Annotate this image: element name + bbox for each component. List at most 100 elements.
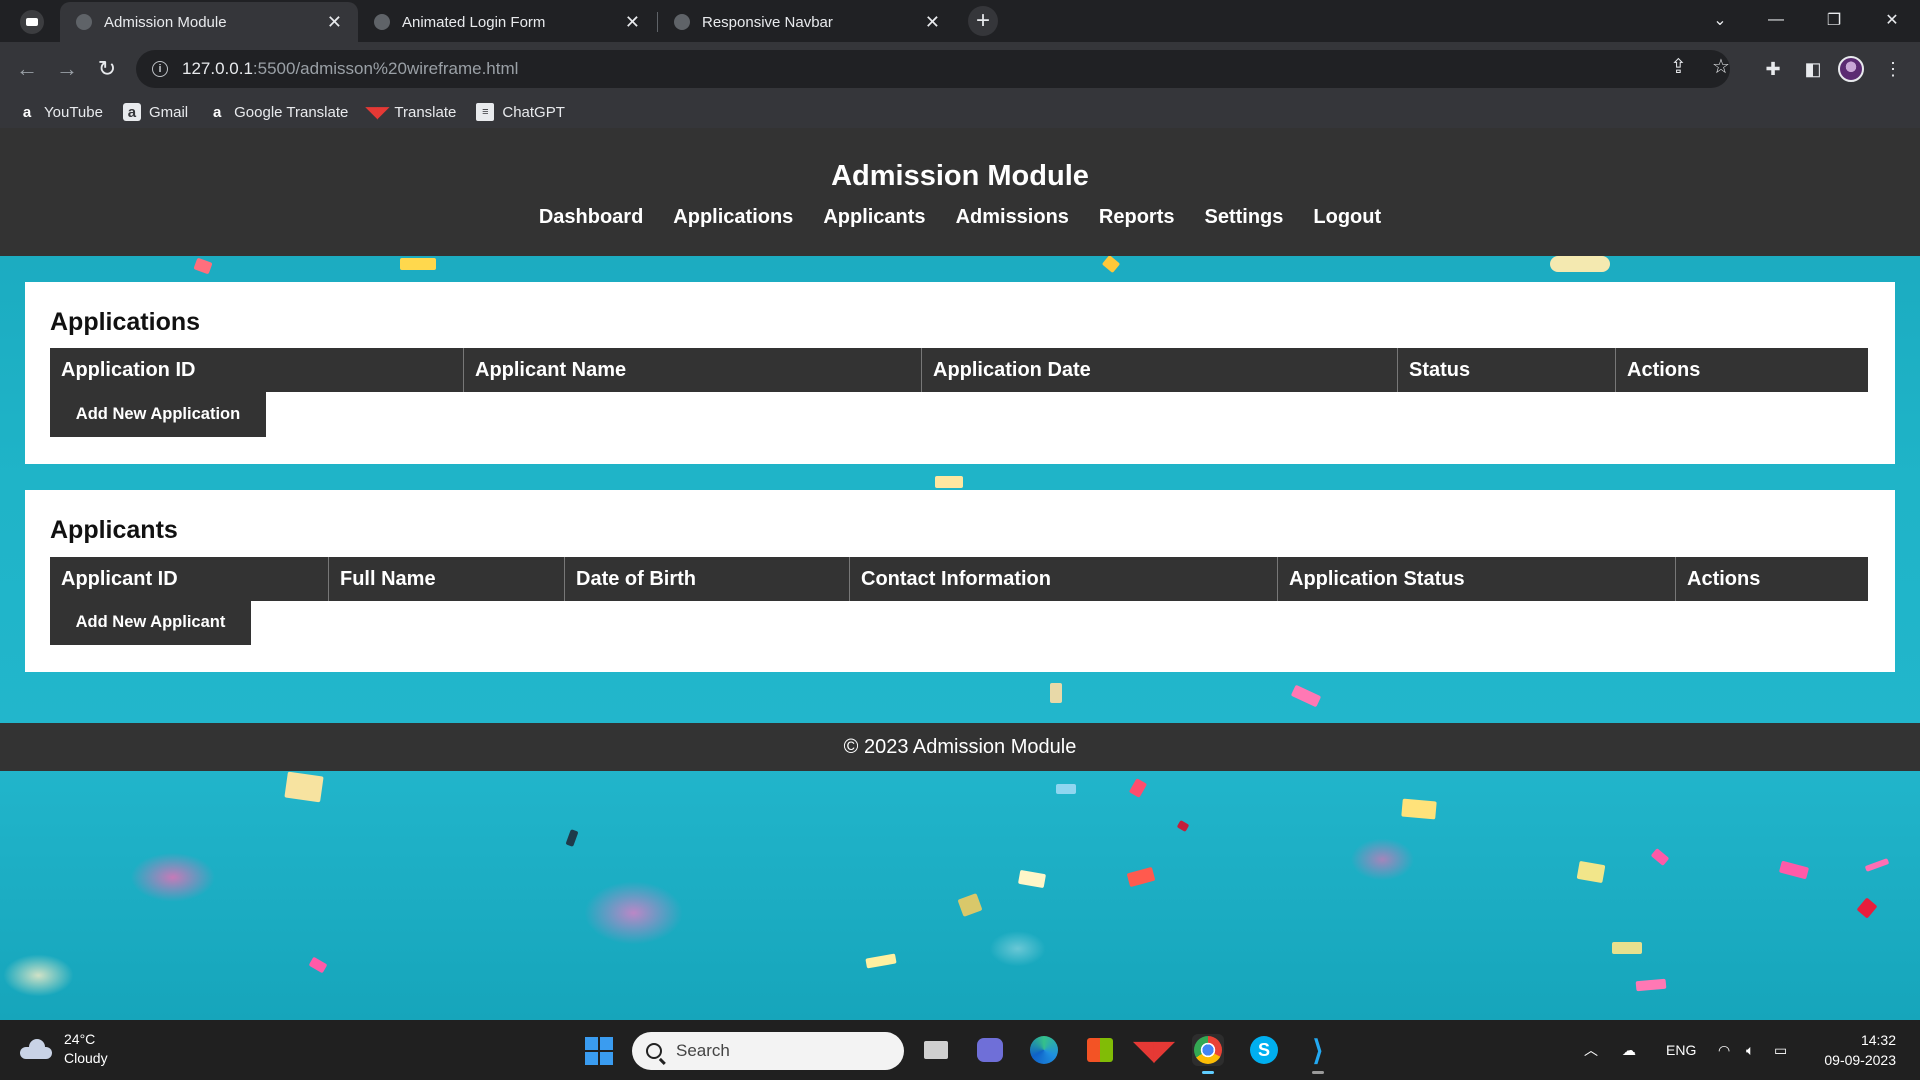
nav-logout[interactable]: Logout	[1313, 206, 1381, 229]
reload-icon[interactable]: ↻	[92, 54, 122, 84]
mcafee-icon[interactable]: ◥◤	[1134, 1034, 1174, 1066]
cloud-icon	[20, 1039, 52, 1059]
confetti-piece	[1778, 860, 1810, 880]
bookmark-chatgpt[interactable]: ≡ ChatGPT	[476, 103, 565, 121]
tab-animated-login-form[interactable]: Animated Login Form ✕	[358, 2, 656, 42]
bookmark-google-translate[interactable]: a Google Translate	[208, 103, 348, 121]
windows-start-icon[interactable]	[585, 1037, 613, 1065]
bookmark-star-icon[interactable]: ☆	[1712, 54, 1730, 79]
close-icon[interactable]: ✕	[625, 12, 640, 33]
new-tab-button[interactable]: +	[968, 6, 998, 36]
search-placeholder: Search	[676, 1041, 730, 1060]
confetti-piece	[957, 893, 983, 917]
nav-dashboard[interactable]: Dashboard	[539, 206, 643, 229]
onedrive-cloud-icon[interactable]: ☁	[1622, 1020, 1636, 1080]
main-nav: Dashboard Applications Applicants Admiss…	[0, 206, 1920, 229]
applicants-table-header: Applicant ID Full Name Date of Birth Con…	[50, 557, 1868, 601]
tray-chevron-icon[interactable]: ︿	[1584, 1020, 1598, 1080]
applications-section: Applications Application ID Applicant Na…	[25, 282, 1895, 464]
close-icon[interactable]: ✕	[327, 12, 342, 33]
tab-search-icon[interactable]	[20, 10, 44, 34]
confetti-piece	[1864, 858, 1890, 872]
applications-table-header: Application ID Applicant Name Applicatio…	[50, 348, 1868, 392]
browser-toolbar: ← → ↻ i 127.0.0.1:5500/admisson%20wirefr…	[0, 42, 1920, 96]
close-icon[interactable]: ✕	[925, 12, 940, 33]
windows-taskbar: 24°C Cloudy Search ◥◤ S ⟩ ︿ ☁ ENG ◠ 🔈︎ ▭…	[0, 1020, 1920, 1080]
clock-time: 14:32	[1860, 1032, 1896, 1048]
confetti-piece	[1650, 848, 1670, 866]
vscode-icon[interactable]: ⟩	[1302, 1034, 1334, 1074]
language-indicator[interactable]: ENG	[1666, 1020, 1696, 1080]
edge-browser-icon[interactable]	[1028, 1034, 1060, 1066]
minimize-icon[interactable]: —	[1748, 0, 1804, 40]
applications-heading: Applications	[50, 308, 201, 336]
search-icon	[646, 1043, 662, 1059]
applicants-heading: Applicants	[50, 516, 178, 544]
forward-arrow-icon[interactable]: →	[52, 54, 82, 84]
system-clock[interactable]: 14:32 09-09-2023	[1806, 1030, 1896, 1070]
nav-reports[interactable]: Reports	[1099, 206, 1175, 229]
profile-avatar[interactable]	[1838, 56, 1864, 82]
kebab-menu-icon[interactable]: ⋮	[1878, 54, 1908, 84]
confetti-piece	[1128, 778, 1148, 798]
column-header: Actions	[1687, 568, 1761, 590]
side-panel-icon[interactable]: ◧	[1798, 54, 1828, 84]
bookmark-youtube[interactable]: a YouTube	[18, 103, 103, 121]
column-header: Full Name	[329, 557, 565, 601]
tab-title: Responsive Navbar	[702, 13, 833, 31]
confetti-piece	[1856, 897, 1878, 919]
confetti-piece	[1550, 256, 1610, 272]
nav-applicants[interactable]: Applicants	[823, 206, 925, 229]
column-header: Application Status	[1278, 557, 1676, 601]
battery-icon[interactable]: ▭	[1774, 1020, 1787, 1080]
tab-list-chevron-icon[interactable]: ⌄	[1692, 0, 1748, 40]
bookmark-gmail[interactable]: a Gmail	[122, 103, 188, 121]
microsoft-store-icon[interactable]	[1084, 1034, 1116, 1066]
applicants-section: Applicants Applicant ID Full Name Date o…	[25, 490, 1895, 672]
confetti-piece	[1635, 978, 1667, 992]
share-icon[interactable]: ⇪	[1670, 54, 1687, 79]
column-header: Application ID	[50, 348, 464, 392]
add-new-application-button[interactable]: Add New Application	[50, 392, 266, 437]
tab-responsive-navbar[interactable]: Responsive Navbar ✕	[658, 2, 956, 42]
confetti-piece	[284, 771, 324, 803]
add-new-applicant-button[interactable]: Add New Applicant	[50, 600, 251, 645]
column-header: Status	[1398, 348, 1616, 392]
bookmark-label: ChatGPT	[502, 103, 565, 121]
url-path: :5500/admisson%20wireframe.html	[252, 59, 519, 78]
site-info-icon[interactable]: i	[152, 61, 168, 77]
confetti-piece	[1017, 869, 1047, 889]
window-close-icon[interactable]: ✕	[1864, 0, 1920, 40]
bookmark-translate[interactable]: ◥◤ Translate	[366, 103, 457, 122]
taskbar-search[interactable]: Search	[632, 1032, 904, 1070]
browser-tab-bar: Admission Module ✕ Animated Login Form ✕…	[0, 0, 1920, 42]
column-header: Applicant Name	[464, 348, 922, 392]
confetti-piece	[1290, 684, 1322, 708]
wifi-icon[interactable]: ◠	[1718, 1020, 1730, 1080]
nav-admissions[interactable]: Admissions	[956, 206, 1069, 229]
amazon-box-icon: a	[122, 103, 141, 121]
extensions-puzzle-icon[interactable]: ✚	[1758, 54, 1788, 84]
nav-applications[interactable]: Applications	[673, 206, 793, 229]
teams-chat-icon[interactable]	[974, 1034, 1006, 1066]
confetti-piece	[1101, 254, 1121, 274]
bookmark-label: Google Translate	[234, 103, 349, 121]
back-arrow-icon[interactable]: ←	[12, 54, 42, 84]
restore-icon[interactable]: ❐	[1806, 0, 1862, 40]
skype-icon[interactable]: S	[1248, 1034, 1280, 1066]
confetti-piece	[1612, 942, 1642, 954]
site-footer: © 2023 Admission Module	[0, 723, 1920, 771]
confetti-piece	[1176, 820, 1190, 832]
column-header: Applicant ID	[50, 557, 329, 601]
confetti-piece	[1050, 683, 1062, 703]
nav-settings[interactable]: Settings	[1205, 206, 1284, 229]
task-view-icon[interactable]	[920, 1034, 952, 1066]
weather-widget[interactable]: 24°C Cloudy	[20, 1030, 108, 1068]
chrome-icon[interactable]	[1192, 1034, 1224, 1074]
page-viewport: Admission Module Dashboard Applications …	[0, 128, 1920, 1020]
column-header: Application Date	[922, 348, 1398, 392]
address-bar[interactable]: i 127.0.0.1:5500/admisson%20wireframe.ht…	[136, 50, 1730, 88]
volume-icon[interactable]: 🔈︎	[1746, 1020, 1754, 1080]
tab-admission-module[interactable]: Admission Module ✕	[60, 2, 358, 42]
tab-title: Animated Login Form	[402, 13, 546, 31]
